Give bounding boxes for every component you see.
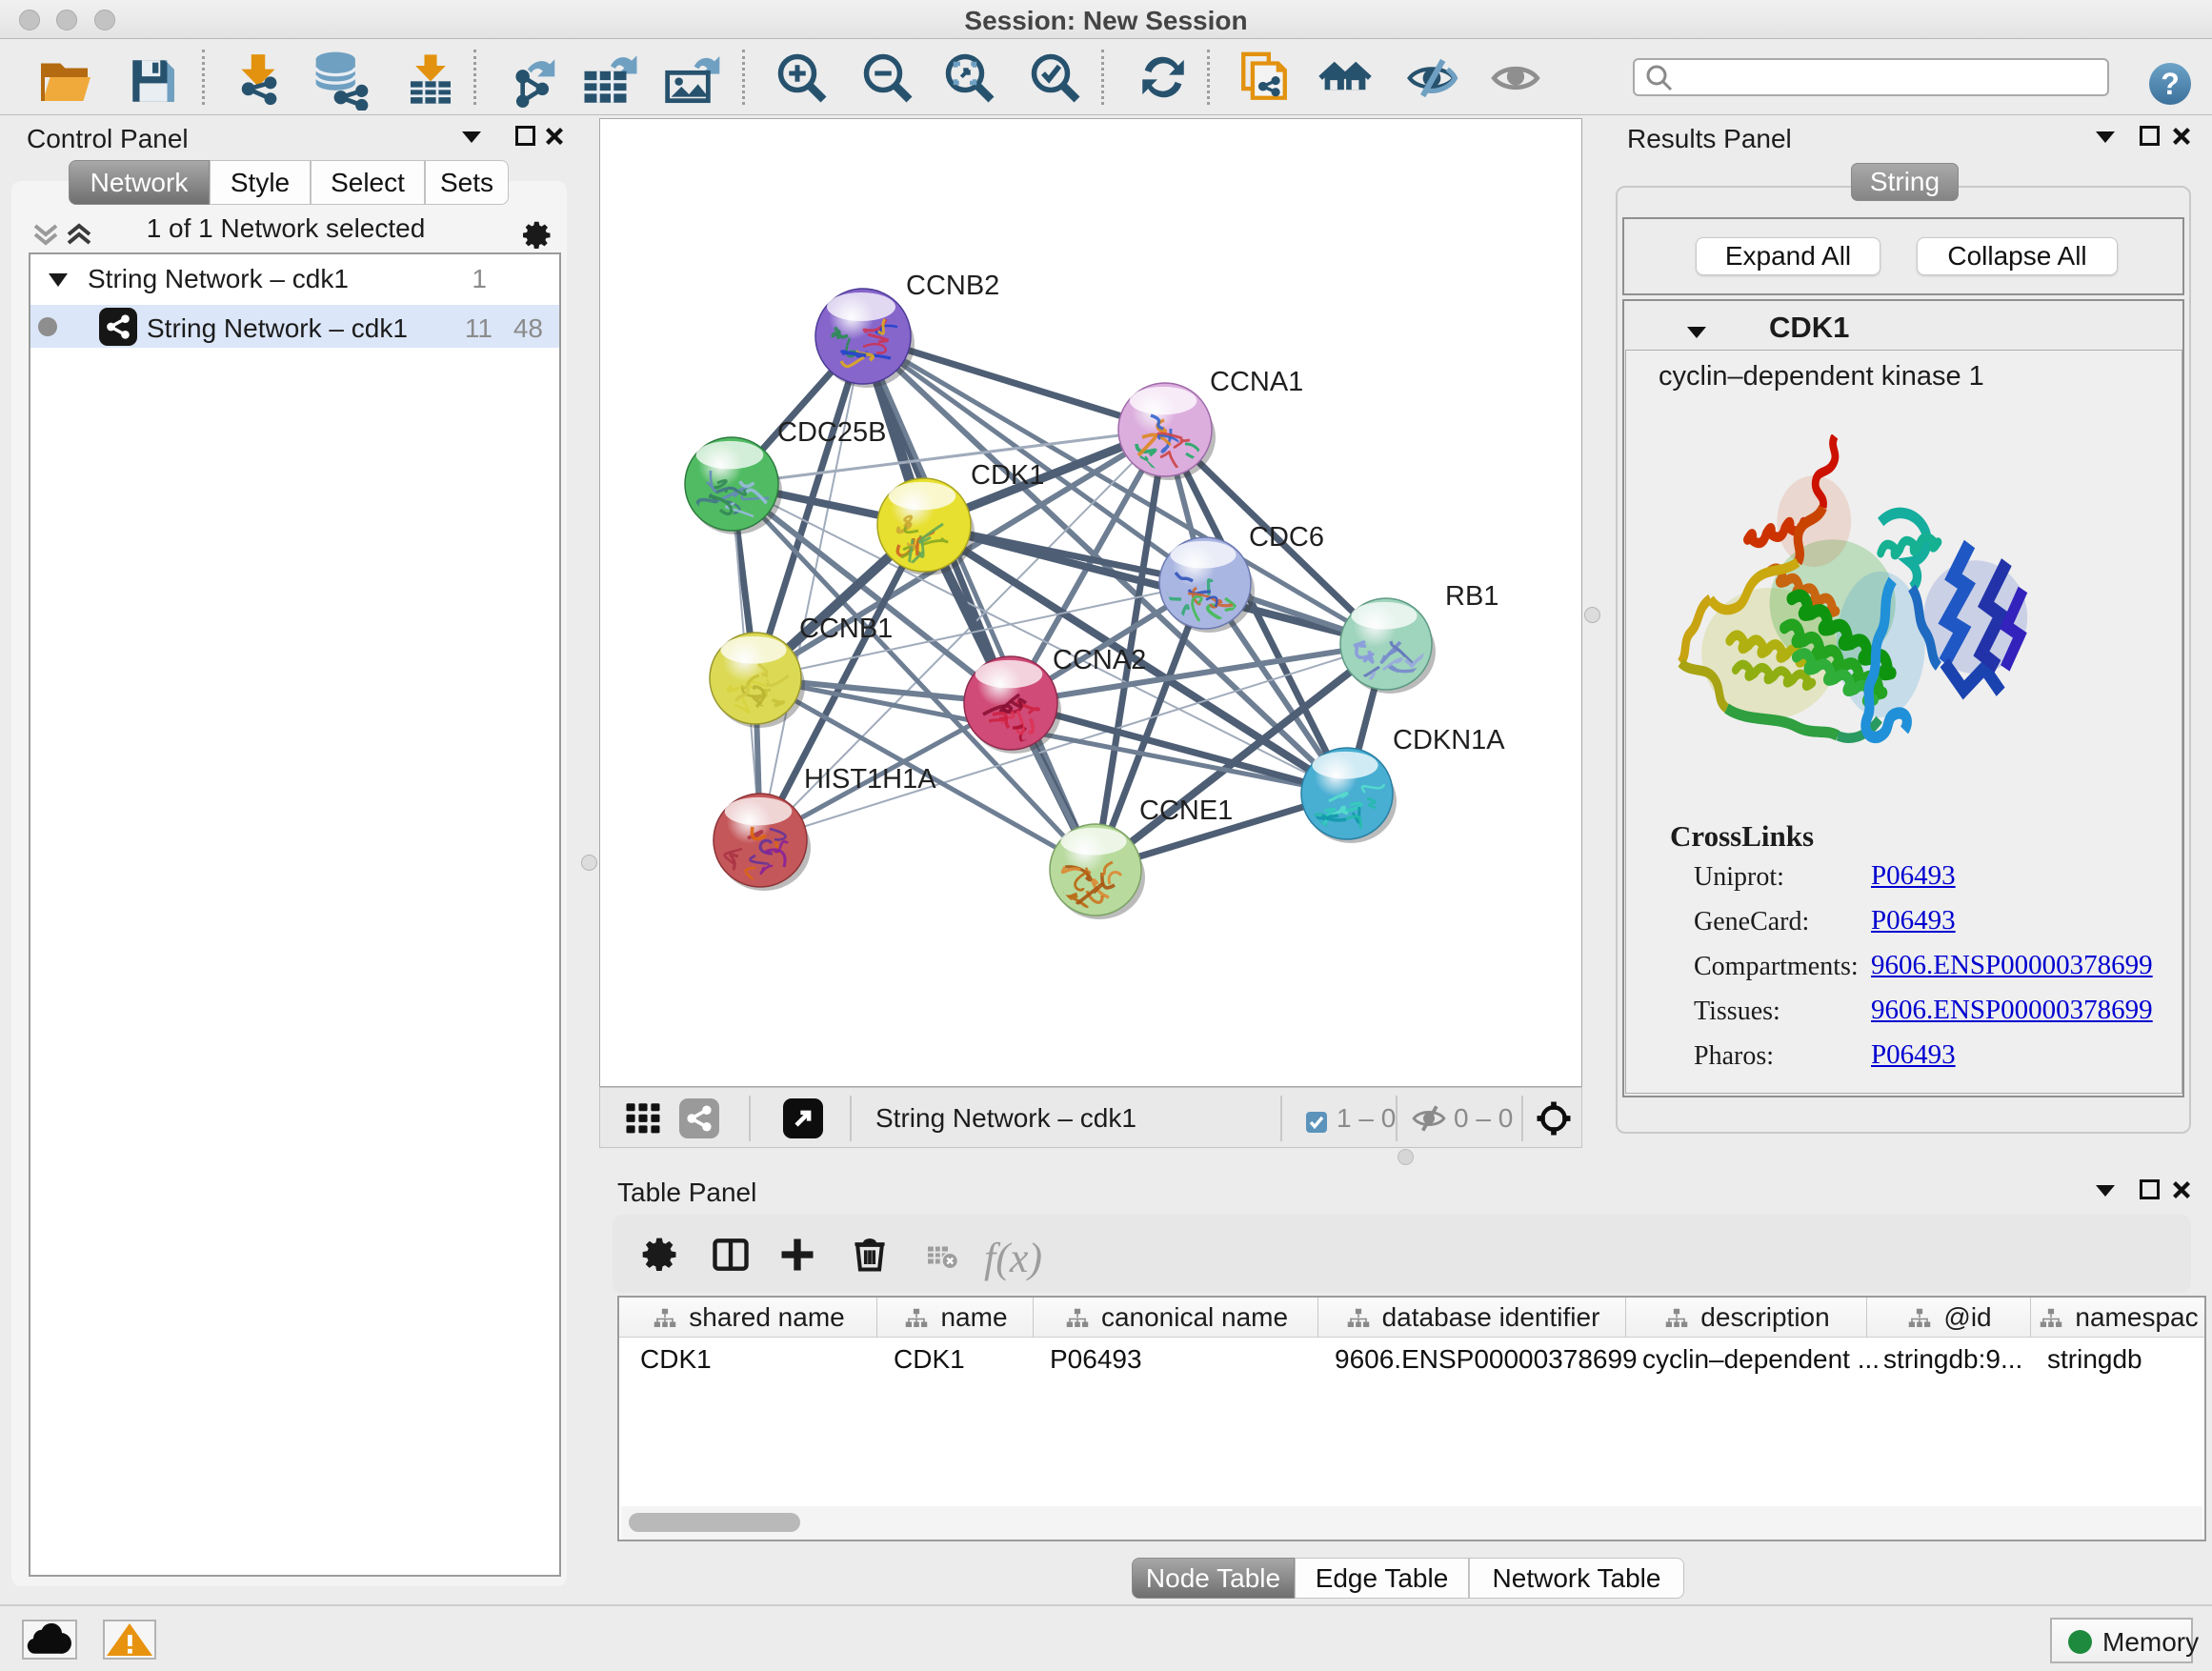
svg-text:CCNB1: CCNB1 (799, 614, 893, 644)
svg-text:CCNE1: CCNE1 (1139, 795, 1233, 826)
svg-text:CDC25B: CDC25B (777, 417, 886, 448)
svg-text:CCNA1: CCNA1 (1210, 367, 1303, 397)
svg-text:HIST1H1A: HIST1H1A (804, 764, 936, 795)
svg-text:CCNA2: CCNA2 (1053, 645, 1146, 675)
svg-text:CDKN1A: CDKN1A (1393, 725, 1505, 755)
svg-text:CDC6: CDC6 (1249, 522, 1324, 553)
svg-text:CDK1: CDK1 (971, 460, 1044, 491)
svg-text:RB1: RB1 (1445, 581, 1498, 612)
svg-text:CCNB2: CCNB2 (906, 271, 999, 301)
